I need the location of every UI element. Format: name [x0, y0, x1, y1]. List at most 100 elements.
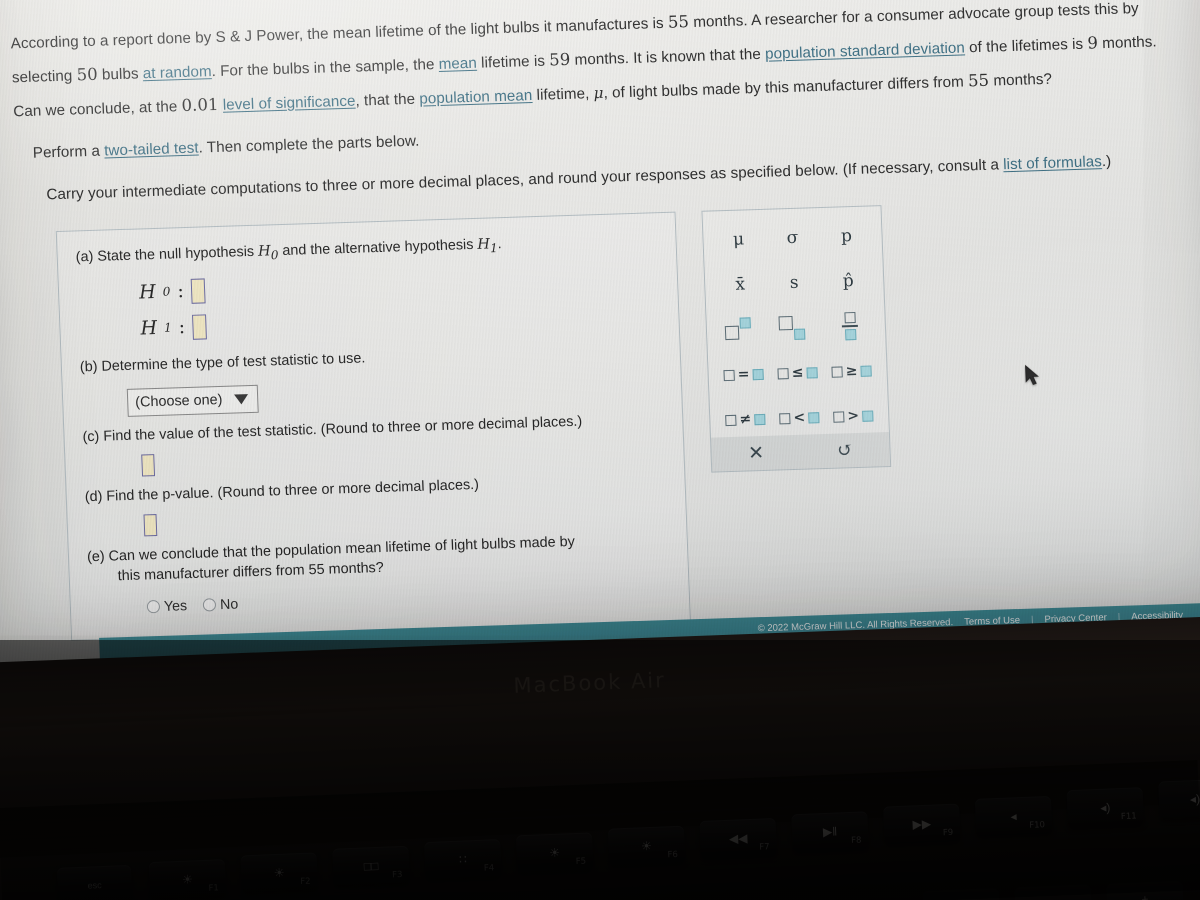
fkey-label: F3 — [391, 869, 403, 881]
fkey-label: F4 — [483, 863, 495, 874]
operator-glyph: ≥ — [845, 362, 858, 380]
symbol-mu[interactable]: μ — [711, 226, 766, 254]
part-e: (e) Can we conclude that the population … — [87, 529, 670, 587]
play-pause-icon: ▶‖ — [822, 824, 838, 840]
symbol-p[interactable]: p — [819, 222, 874, 250]
fkey-label: F2 — [300, 876, 311, 888]
problem-text: from — [932, 73, 969, 92]
radio-label-no: No — [219, 596, 239, 613]
operator-glyph: = — [737, 366, 750, 383]
link-population-mean[interactable]: population mean — [419, 87, 533, 108]
mute-key[interactable]: ◂ F10 — [974, 795, 1053, 837]
brightness-down-icon: ☀ — [181, 872, 194, 887]
mission-control-key[interactable]: □□ F3 — [332, 845, 410, 887]
part-b: (b) Determine the type of test statistic… — [80, 339, 662, 377]
dropdown-selected-value: (Choose one) — [134, 391, 223, 411]
keyboard-backlight-up-key[interactable]: ☀ F6 — [607, 825, 686, 867]
launchpad-icon: ∷ — [458, 852, 467, 867]
symbol-superscript[interactable] — [714, 316, 769, 344]
play-pause-key[interactable]: ▶‖ F8 — [791, 811, 869, 853]
radio-button-no[interactable] — [202, 598, 217, 612]
colon-separator: : — [176, 280, 185, 303]
h0-answer-input[interactable] — [190, 278, 206, 304]
question-box: (a) State the null hypothesis H0 and the… — [55, 211, 691, 641]
fast-forward-key[interactable]: ▶▶ F9 — [883, 803, 961, 845]
volume-down-key[interactable]: ◂) F11 — [1066, 787, 1145, 829]
problem-text: . Then complete the parts below. — [198, 132, 420, 157]
link-mean[interactable]: mean — [438, 55, 477, 73]
mission-control-icon: □□ — [363, 858, 379, 874]
h1-symbol: H — [477, 236, 491, 253]
symbol-p-hat[interactable]: p̂ — [821, 267, 876, 295]
number-row-key-plus[interactable]: + — [1106, 880, 1184, 900]
symbol-not-equal[interactable]: ≠ — [718, 406, 773, 434]
keyboard-backlight-down-key[interactable]: ☀ F5 — [515, 832, 594, 874]
link-at-random[interactable]: at random — [143, 63, 212, 82]
link-level-of-significance[interactable]: level of significance — [222, 93, 355, 114]
brightness-up-key[interactable]: ☀ F2 — [240, 852, 318, 894]
problem-text: .) — [1101, 152, 1112, 171]
fkey-label: F8 — [850, 835, 862, 846]
close-icon[interactable]: ✕ — [748, 441, 765, 464]
brightness-down-key[interactable]: ☀ F1 — [148, 859, 227, 900]
fkey-label: F10 — [1029, 820, 1046, 831]
fkey-label: F9 — [942, 827, 954, 839]
volume-up-key[interactable]: ◂)) F12 — [1158, 778, 1200, 820]
radio-label-yes: Yes — [163, 598, 188, 615]
symbol-palette: μ σ p x̄ s p̂ = ≤ ≥ ≠ < > ✕ ↺ — [701, 205, 892, 473]
operator-glyph: ≤ — [791, 364, 804, 382]
key-label: + — [1141, 892, 1149, 900]
esc-key-label: esc — [87, 880, 102, 891]
fkey-label: F1 — [208, 883, 220, 894]
link-two-tailed-test[interactable]: two-tailed test — [104, 140, 199, 160]
symbol-s[interactable]: s — [767, 269, 822, 297]
mute-icon: ◂ — [1010, 809, 1017, 824]
h0-input-row: H0 : — [139, 264, 660, 305]
symbol-sigma[interactable]: σ — [765, 224, 820, 252]
fkey-label: F5 — [575, 856, 587, 867]
undo-icon[interactable]: ↺ — [837, 439, 854, 461]
part-a-text: State the null hypothesis — [97, 243, 259, 265]
symbol-less-than[interactable]: < — [772, 404, 827, 432]
symbol-less-equal[interactable]: ≤ — [770, 359, 825, 387]
rewind-key[interactable]: ◀◀ F7 — [699, 817, 777, 859]
test-statistic-input[interactable] — [141, 453, 156, 477]
radio-button-yes[interactable] — [146, 600, 161, 614]
symbol-x-bar[interactable]: x̄ — [713, 271, 768, 299]
h1-input-row: H1 : — [140, 300, 661, 341]
operator-glyph: ≠ — [739, 411, 752, 428]
problem-text: According to a report done by S & J Powe… — [10, 14, 669, 53]
colon-separator: : — [178, 316, 186, 339]
p-value-input[interactable] — [143, 513, 158, 537]
number-row-key-minus[interactable]: — — [1014, 884, 1092, 900]
link-list-of-formulas[interactable]: list of formulas — [1003, 153, 1102, 173]
part-a: (a) State the null hypothesis H0 and the… — [75, 229, 658, 271]
problem-text: bulbs — [97, 65, 144, 84]
part-a-text: and the alternative hypothesis — [277, 236, 478, 260]
fast-forward-icon: ▶▶ — [912, 816, 932, 832]
symbol-fraction[interactable] — [822, 312, 877, 341]
radio-option-yes[interactable]: Yes — [146, 596, 188, 617]
value-sample-size: 50 — [76, 64, 99, 85]
key-label: — — [1047, 896, 1060, 900]
launchpad-key[interactable]: ∷ F4 — [424, 839, 502, 881]
problem-text: months? — [988, 70, 1053, 90]
test-statistic-dropdown[interactable]: (Choose one) — [126, 384, 259, 417]
fraction-icon — [841, 312, 858, 341]
fkey-label: F11 — [1120, 811, 1137, 823]
macbook-air-label: MacBook Air — [513, 667, 667, 698]
radio-option-no[interactable]: No — [202, 594, 239, 615]
h1-label: H — [140, 317, 158, 340]
symbol-subscript[interactable] — [768, 314, 823, 342]
symbol-equals[interactable]: = — [716, 361, 771, 389]
value-population-sd: 9 — [1087, 33, 1099, 53]
h1-answer-input[interactable] — [191, 314, 207, 340]
part-a-text: . — [497, 236, 502, 253]
number-row-key-backslash[interactable]: | — [922, 888, 1000, 900]
problem-text: months. It is known that the — [570, 45, 766, 69]
link-population-standard-deviation[interactable]: population standard deviation — [765, 39, 965, 62]
symbol-greater-equal[interactable]: ≥ — [824, 357, 879, 385]
rewind-icon: ◀◀ — [728, 831, 748, 846]
esc-key[interactable]: esc — [56, 864, 133, 900]
symbol-greater-than[interactable]: > — [826, 402, 881, 430]
